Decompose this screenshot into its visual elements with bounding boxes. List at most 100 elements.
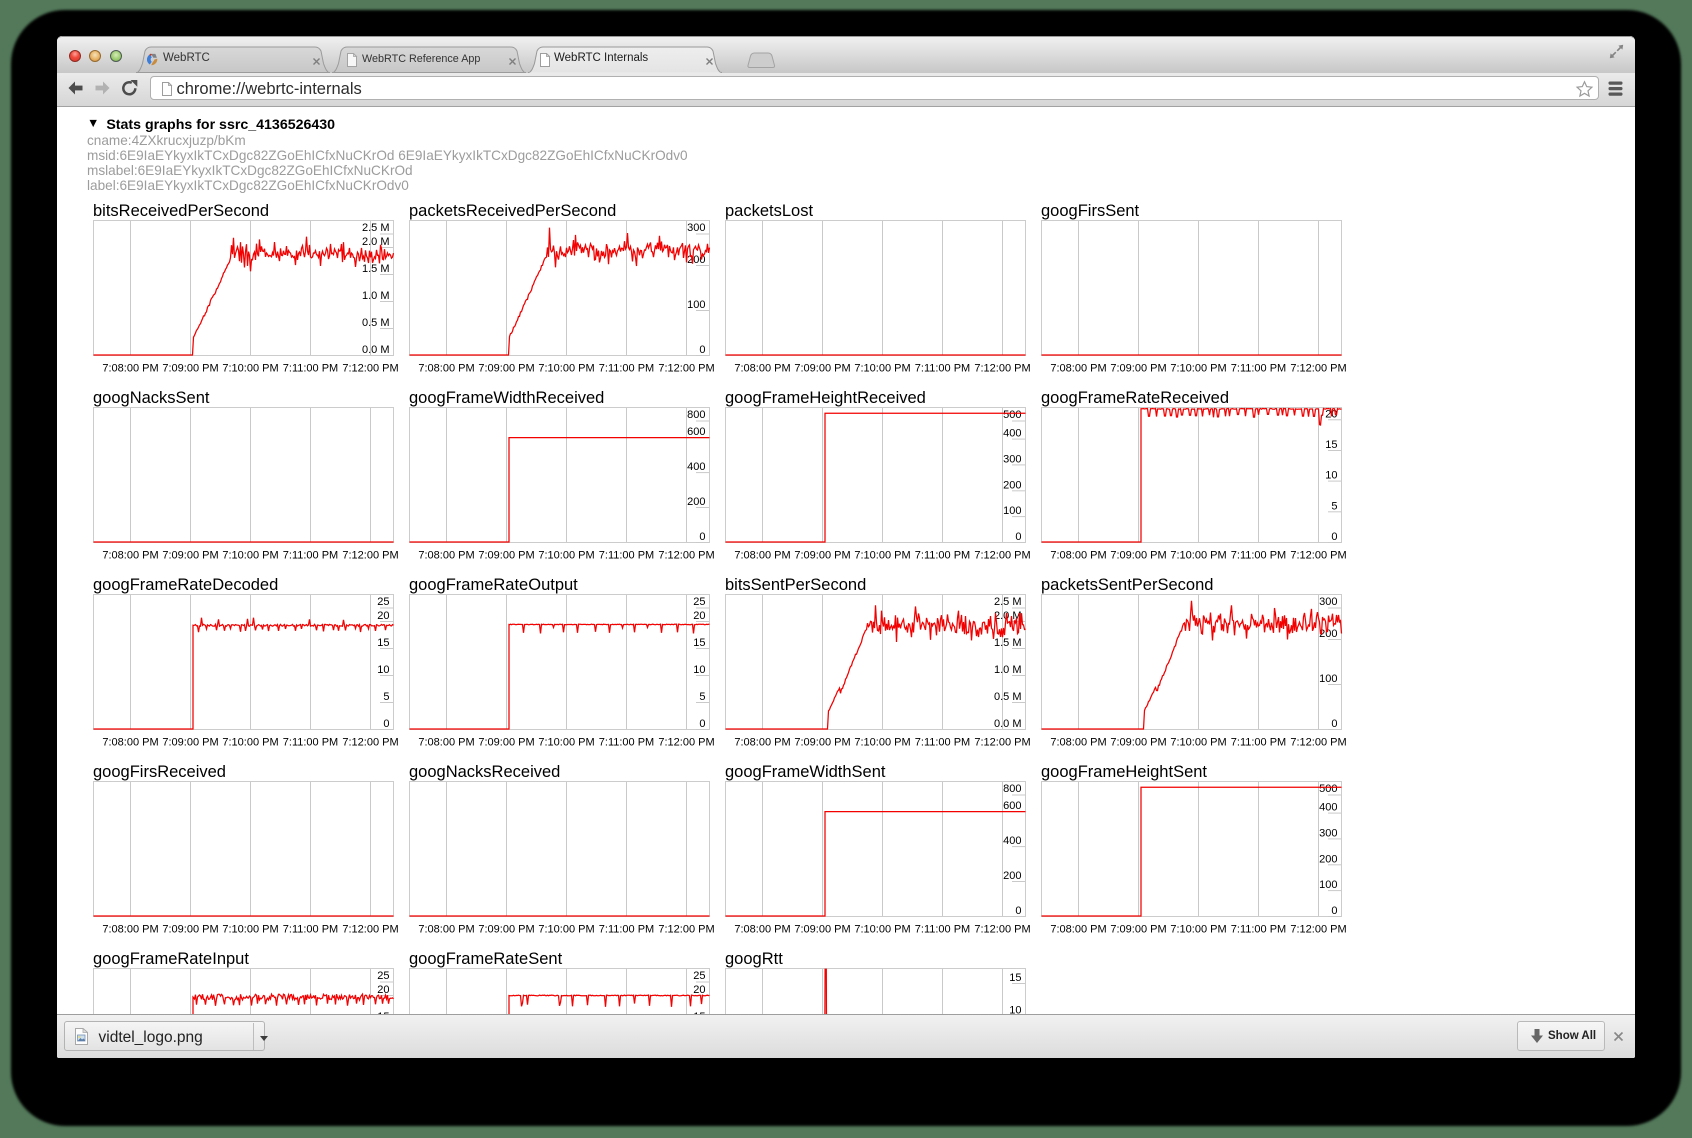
svg-text:400: 400	[1003, 428, 1021, 440]
svg-text:0.0 M: 0.0 M	[993, 718, 1021, 730]
svg-text:7:12:00 PM: 7:12:00 PM	[658, 550, 714, 561]
svg-text:100: 100	[1319, 879, 1337, 891]
svg-text:7:10:00 PM: 7:10:00 PM	[854, 737, 910, 748]
svg-text:7:12:00 PM: 7:12:00 PM	[1290, 363, 1346, 374]
svg-text:7:10:00 PM: 7:10:00 PM	[1170, 550, 1226, 561]
svg-text:7:08:00 PM: 7:08:00 PM	[418, 363, 474, 374]
svg-text:5: 5	[1331, 500, 1337, 512]
svg-text:0.0 M: 0.0 M	[361, 344, 389, 356]
svg-text:7:08:00 PM: 7:08:00 PM	[734, 363, 790, 374]
svg-text:7:09:00 PM: 7:09:00 PM	[1110, 924, 1166, 935]
svg-text:20: 20	[693, 610, 705, 622]
svg-text:100: 100	[1319, 673, 1337, 685]
svg-text:7:08:00 PM: 7:08:00 PM	[102, 924, 158, 935]
svg-text:7:10:00 PM: 7:10:00 PM	[1170, 737, 1226, 748]
svg-text:800: 800	[1003, 783, 1021, 795]
svg-text:15: 15	[1009, 972, 1021, 984]
svg-text:5: 5	[699, 691, 705, 703]
svg-text:0: 0	[1331, 718, 1337, 730]
svg-text:7:12:00 PM: 7:12:00 PM	[1290, 924, 1346, 935]
svg-text:7:10:00 PM: 7:10:00 PM	[1170, 363, 1226, 374]
svg-text:500: 500	[1003, 409, 1021, 421]
svg-text:7:09:00 PM: 7:09:00 PM	[794, 550, 850, 561]
svg-text:7:09:00 PM: 7:09:00 PM	[1110, 737, 1166, 748]
svg-text:7:11:00 PM: 7:11:00 PM	[1230, 737, 1285, 748]
svg-text:7:12:00 PM: 7:12:00 PM	[658, 363, 714, 374]
svg-text:300: 300	[687, 222, 705, 234]
svg-text:7:09:00 PM: 7:09:00 PM	[162, 737, 218, 748]
svg-text:7:10:00 PM: 7:10:00 PM	[854, 363, 910, 374]
svg-text:7:10:00 PM: 7:10:00 PM	[222, 737, 278, 748]
svg-text:100: 100	[687, 299, 705, 311]
svg-text:7:08:00 PM: 7:08:00 PM	[1050, 363, 1106, 374]
svg-text:7:10:00 PM: 7:10:00 PM	[222, 924, 278, 935]
svg-text:7:10:00 PM: 7:10:00 PM	[538, 737, 594, 748]
svg-text:600: 600	[687, 426, 705, 438]
svg-text:7:11:00 PM: 7:11:00 PM	[282, 363, 337, 374]
svg-text:400: 400	[1003, 835, 1021, 847]
svg-text:0: 0	[1015, 531, 1021, 543]
svg-text:7:11:00 PM: 7:11:00 PM	[1230, 924, 1285, 935]
svg-text:0: 0	[699, 531, 705, 543]
svg-text:7:08:00 PM: 7:08:00 PM	[734, 737, 790, 748]
svg-text:1.5 M: 1.5 M	[361, 263, 389, 275]
svg-text:1.0 M: 1.0 M	[361, 290, 389, 302]
svg-text:7:11:00 PM: 7:11:00 PM	[598, 737, 653, 748]
svg-text:7:12:00 PM: 7:12:00 PM	[1290, 737, 1346, 748]
svg-text:500: 500	[1319, 783, 1337, 795]
svg-text:0: 0	[699, 718, 705, 730]
svg-text:200: 200	[1003, 479, 1021, 491]
svg-text:7:12:00 PM: 7:12:00 PM	[342, 550, 398, 561]
svg-text:7:10:00 PM: 7:10:00 PM	[854, 924, 910, 935]
svg-text:7:11:00 PM: 7:11:00 PM	[282, 924, 337, 935]
svg-text:7:09:00 PM: 7:09:00 PM	[794, 363, 850, 374]
svg-text:2.5 M: 2.5 M	[361, 222, 389, 234]
svg-text:7:08:00 PM: 7:08:00 PM	[734, 924, 790, 935]
svg-text:7:10:00 PM: 7:10:00 PM	[222, 363, 278, 374]
svg-text:20: 20	[377, 984, 389, 996]
svg-text:400: 400	[687, 461, 705, 473]
svg-text:15: 15	[1325, 439, 1337, 451]
svg-text:7:12:00 PM: 7:12:00 PM	[974, 924, 1030, 935]
svg-text:0: 0	[1331, 531, 1337, 543]
svg-text:25: 25	[377, 970, 389, 982]
svg-text:7:09:00 PM: 7:09:00 PM	[162, 924, 218, 935]
svg-text:7:12:00 PM: 7:12:00 PM	[658, 737, 714, 748]
svg-text:25: 25	[377, 596, 389, 608]
svg-text:10: 10	[1325, 470, 1337, 482]
svg-text:0: 0	[1015, 905, 1021, 917]
svg-text:7:08:00 PM: 7:08:00 PM	[102, 363, 158, 374]
svg-text:15: 15	[377, 637, 389, 649]
svg-text:200: 200	[1319, 853, 1337, 865]
svg-text:0.5 M: 0.5 M	[993, 691, 1021, 703]
svg-text:25: 25	[693, 970, 705, 982]
svg-text:10: 10	[693, 664, 705, 676]
svg-text:7:09:00 PM: 7:09:00 PM	[794, 924, 850, 935]
svg-text:0: 0	[383, 718, 389, 730]
svg-text:100: 100	[1003, 505, 1021, 517]
svg-text:7:08:00 PM: 7:08:00 PM	[1050, 924, 1106, 935]
svg-text:7:12:00 PM: 7:12:00 PM	[974, 737, 1030, 748]
svg-text:7:12:00 PM: 7:12:00 PM	[974, 550, 1030, 561]
svg-text:2.5 M: 2.5 M	[993, 596, 1021, 608]
svg-text:800: 800	[687, 409, 705, 421]
svg-text:25: 25	[693, 596, 705, 608]
svg-text:200: 200	[1003, 870, 1021, 882]
svg-text:7:09:00 PM: 7:09:00 PM	[1110, 550, 1166, 561]
svg-text:7:11:00 PM: 7:11:00 PM	[914, 924, 969, 935]
svg-text:7:11:00 PM: 7:11:00 PM	[598, 550, 653, 561]
svg-text:7:10:00 PM: 7:10:00 PM	[538, 550, 594, 561]
svg-text:200: 200	[687, 496, 705, 508]
svg-text:15: 15	[693, 637, 705, 649]
svg-text:0.5 M: 0.5 M	[361, 317, 389, 329]
svg-text:7:09:00 PM: 7:09:00 PM	[478, 363, 534, 374]
svg-text:300: 300	[1319, 596, 1337, 608]
svg-text:7:12:00 PM: 7:12:00 PM	[1290, 550, 1346, 561]
svg-text:7:09:00 PM: 7:09:00 PM	[162, 550, 218, 561]
svg-text:7:12:00 PM: 7:12:00 PM	[658, 924, 714, 935]
svg-text:7:11:00 PM: 7:11:00 PM	[1230, 363, 1285, 374]
svg-text:7:11:00 PM: 7:11:00 PM	[282, 737, 337, 748]
svg-text:400: 400	[1319, 802, 1337, 814]
svg-text:5: 5	[383, 691, 389, 703]
svg-text:300: 300	[1319, 827, 1337, 839]
